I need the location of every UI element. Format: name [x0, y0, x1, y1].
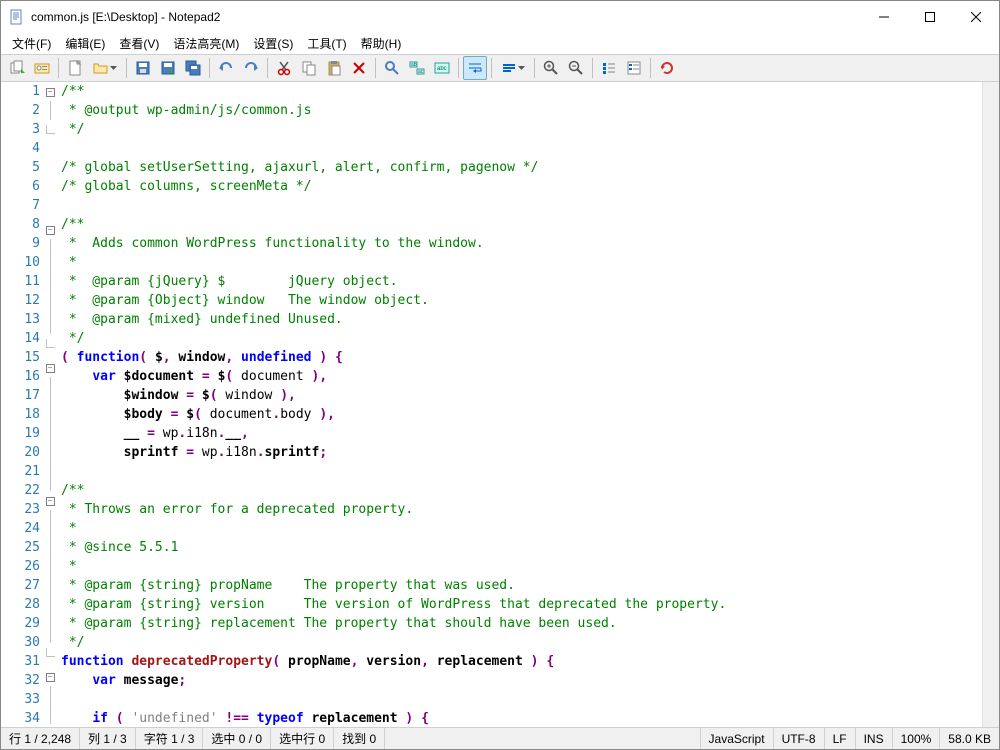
status-zoom[interactable]: 100% [893, 728, 941, 749]
status-col[interactable]: 列 1 / 3 [80, 728, 136, 749]
status-eol[interactable]: LF [825, 728, 856, 749]
path-button[interactable] [30, 56, 54, 80]
toolbar: abac abc [1, 54, 999, 82]
separator [375, 58, 376, 78]
menu-edit[interactable]: 编辑(E) [58, 33, 112, 54]
line-number-gutter[interactable]: 1234567891011121314151617181920212223242… [1, 82, 43, 727]
separator [458, 58, 459, 78]
save-as-button[interactable] [156, 56, 180, 80]
copy-button[interactable] [297, 56, 321, 80]
word-wrap-button[interactable] [463, 56, 487, 80]
menubar: 文件(F) 编辑(E) 查看(V) 语法高亮(M) 设置(S) 工具(T) 帮助… [1, 32, 999, 54]
fold-column[interactable]: −−−−−− [43, 82, 57, 727]
menu-settings[interactable]: 设置(S) [246, 33, 300, 54]
bookmark-list-button[interactable] [622, 56, 646, 80]
separator [126, 58, 127, 78]
maximize-button[interactable] [907, 1, 953, 32]
bookmark-button[interactable] [597, 56, 621, 80]
redo-button[interactable] [239, 56, 263, 80]
separator [650, 58, 651, 78]
separator [267, 58, 268, 78]
separator [592, 58, 593, 78]
refresh-button[interactable] [655, 56, 679, 80]
titlebar[interactable]: common.js [E:\Desktop] - Notepad2 [1, 1, 999, 32]
editor-area[interactable]: 1234567891011121314151617181920212223242… [1, 82, 999, 727]
status-ovr[interactable]: INS [856, 728, 893, 749]
open-button[interactable] [88, 56, 122, 80]
status-sel[interactable]: 选中 0 / 0 [203, 728, 271, 749]
svg-text:ac: ac [418, 69, 424, 75]
history-button[interactable] [5, 56, 29, 80]
statusbar: 行 1 / 2,248 列 1 / 3 字符 1 / 3 选中 0 / 0 选中… [1, 727, 999, 749]
status-sel-lines[interactable]: 选中行 0 [271, 728, 334, 749]
window-title: common.js [E:\Desktop] - Notepad2 [31, 10, 861, 24]
paste-button[interactable] [322, 56, 346, 80]
find-in-files-button[interactable]: abc [430, 56, 454, 80]
separator [534, 58, 535, 78]
separator [491, 58, 492, 78]
separator [58, 58, 59, 78]
svg-text:abc: abc [437, 66, 447, 72]
save-copy-button[interactable] [181, 56, 205, 80]
new-button[interactable] [63, 56, 87, 80]
status-line[interactable]: 行 1 / 2,248 [1, 728, 80, 749]
menu-help[interactable]: 帮助(H) [354, 33, 409, 54]
replace-button[interactable]: abac [405, 56, 429, 80]
separator [209, 58, 210, 78]
status-spacer [385, 728, 700, 749]
delete-button[interactable] [347, 56, 371, 80]
app-window: common.js [E:\Desktop] - Notepad2 文件(F) … [0, 0, 1000, 750]
scheme-button[interactable] [496, 56, 530, 80]
close-button[interactable] [953, 1, 999, 32]
status-char[interactable]: 字符 1 / 3 [136, 728, 204, 749]
zoom-out-button[interactable] [564, 56, 588, 80]
status-lang[interactable]: JavaScript [701, 728, 774, 749]
code-content[interactable]: /** * @output wp-admin/js/common.js */ /… [57, 82, 982, 727]
find-button[interactable] [380, 56, 404, 80]
menu-tools[interactable]: 工具(T) [300, 33, 353, 54]
save-button[interactable] [131, 56, 155, 80]
menu-syntax[interactable]: 语法高亮(M) [166, 33, 246, 54]
minimize-button[interactable] [861, 1, 907, 32]
menu-view[interactable]: 查看(V) [112, 33, 166, 54]
vertical-scrollbar[interactable] [982, 82, 999, 727]
status-encoding[interactable]: UTF-8 [774, 728, 825, 749]
status-find[interactable]: 找到 0 [334, 728, 385, 749]
menu-file[interactable]: 文件(F) [5, 33, 58, 54]
undo-button[interactable] [214, 56, 238, 80]
status-size[interactable]: 58.0 KB [940, 728, 999, 749]
zoom-in-button[interactable] [539, 56, 563, 80]
app-icon [9, 9, 25, 25]
cut-button[interactable] [272, 56, 296, 80]
svg-text:ab: ab [411, 62, 417, 68]
